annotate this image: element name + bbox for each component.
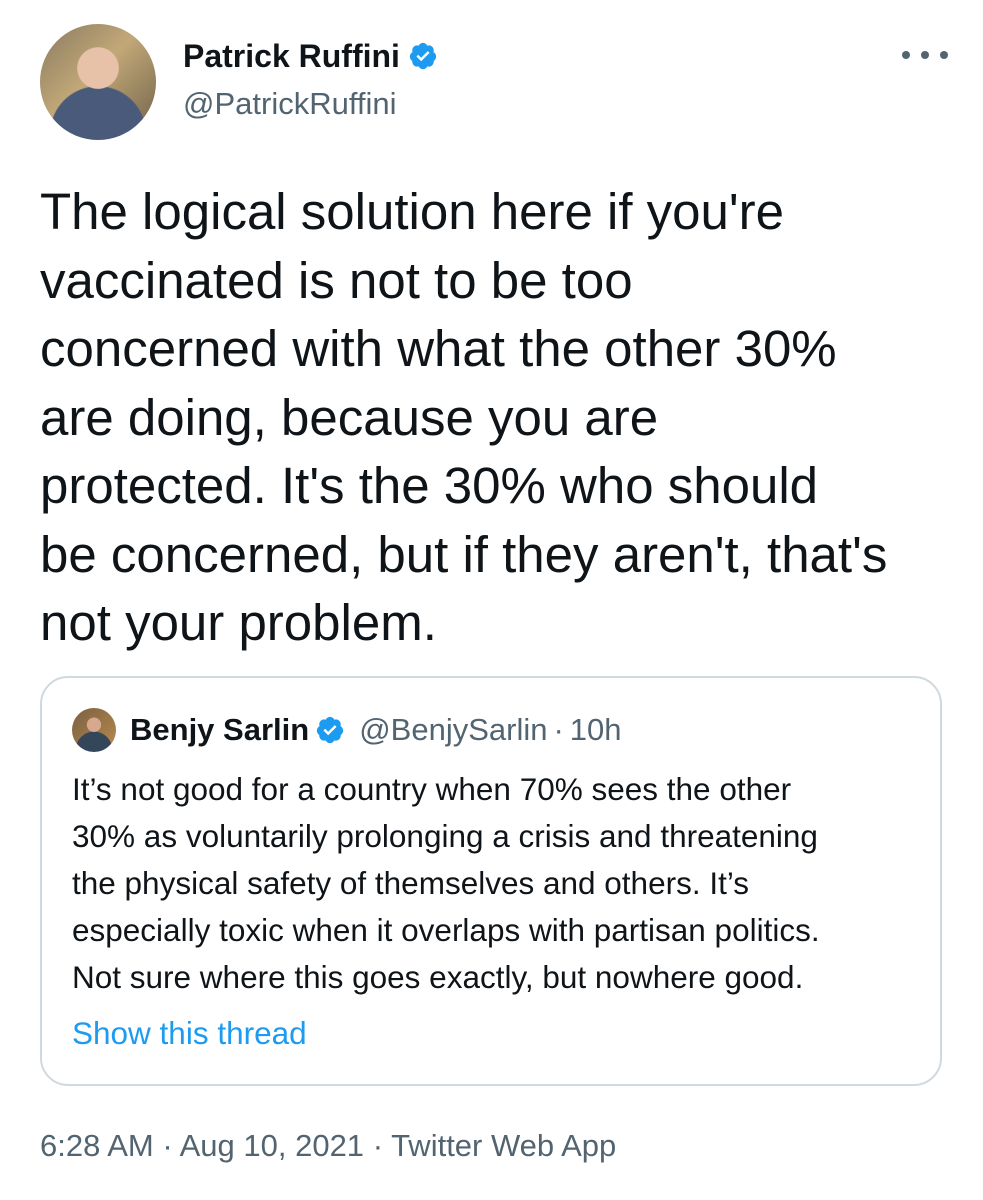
verified-badge-icon <box>409 42 437 70</box>
author-name[interactable]: Patrick Ruffini <box>183 36 400 76</box>
author-avatar[interactable] <box>40 24 156 140</box>
meta-separator: · <box>372 1128 384 1163</box>
quoted-author-handle: @BenjySarlin <box>359 712 548 747</box>
quoted-author-name: Benjy Sarlin <box>130 712 310 747</box>
quoted-tweet-time: 10h <box>569 712 622 747</box>
author-name-row[interactable]: Patrick Ruffini <box>183 36 438 76</box>
tweet-meta: 6:28 AM · Aug 10, 2021 · Twitter Web App <box>40 1124 616 1168</box>
tweet-text: The logical solution here if you're vacc… <box>40 183 888 651</box>
meta-separator: · <box>162 1128 173 1163</box>
quoted-tweet-card[interactable]: Benjy Sarlin @BenjySarlin · 10h It’s not… <box>40 676 942 1086</box>
author-handle[interactable]: @PatrickRuffini <box>183 84 397 124</box>
quoted-tweet-text: It’s not good for a country when 70% see… <box>72 771 820 995</box>
quoted-author-avatar <box>72 708 116 752</box>
dot <box>940 51 948 59</box>
quoted-meta-separator: · <box>553 712 564 747</box>
dot <box>902 51 910 59</box>
tweet-source[interactable]: Twitter Web App <box>391 1128 616 1163</box>
tweet-time[interactable]: 6:28 AM <box>40 1128 154 1163</box>
verified-badge-icon <box>317 716 344 744</box>
more-options-icon[interactable] <box>902 38 948 72</box>
dot <box>921 51 929 59</box>
show-thread-link[interactable]: Show this thread <box>72 1010 307 1056</box>
quoted-tweet-header: Benjy Sarlin @BenjySarlin · 10h <box>130 708 622 752</box>
tweet-date[interactable]: Aug 10, 2021 <box>180 1128 364 1163</box>
